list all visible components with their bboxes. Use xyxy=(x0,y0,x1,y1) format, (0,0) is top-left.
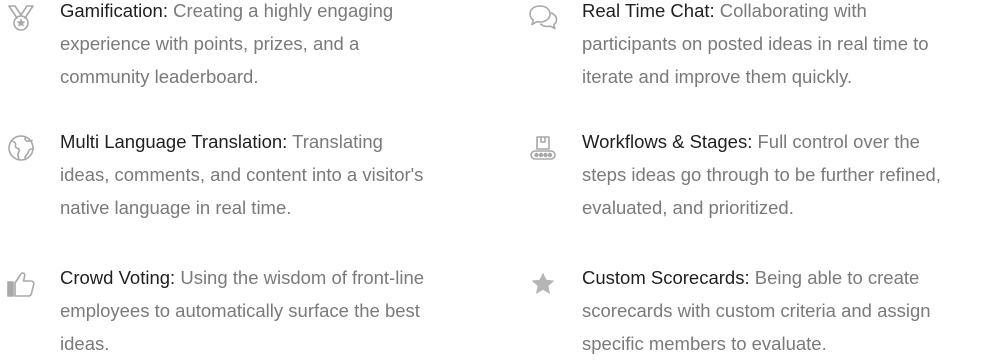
feature-title: Real Time Chat: xyxy=(582,0,715,21)
feature-text: Gamification: Creating a highly engaging… xyxy=(60,0,426,93)
feature-title: Workflows & Stages: xyxy=(582,131,753,152)
feature-title: Custom Scorecards: xyxy=(582,267,750,288)
star-icon xyxy=(528,269,558,299)
feature-title: Gamification: xyxy=(60,0,168,21)
globe-icon xyxy=(6,133,36,163)
feature-text: Crowd Voting: Using the wisdom of front-… xyxy=(60,261,426,360)
chat-bubbles-icon xyxy=(528,2,558,32)
feature-text: Workflows & Stages: Full control over th… xyxy=(582,125,948,224)
feature-workflows-stages: Workflows & Stages: Full control over th… xyxy=(528,125,948,224)
feature-title: Multi Language Translation: xyxy=(60,131,288,152)
features-grid: Gamification: Creating a highly engaging… xyxy=(0,0,992,360)
feature-title: Crowd Voting: xyxy=(60,267,176,288)
feature-crowd-voting: Crowd Voting: Using the wisdom of front-… xyxy=(6,261,426,360)
thumbs-up-icon xyxy=(6,269,36,299)
feature-gamification: Gamification: Creating a highly engaging… xyxy=(6,0,426,93)
medal-icon xyxy=(6,2,36,32)
feature-text: Custom Scorecards: Being able to create … xyxy=(582,261,948,360)
feature-text: Multi Language Translation: Translating … xyxy=(60,125,426,224)
feature-text: Real Time Chat: Collaborating with parti… xyxy=(582,0,948,93)
feature-multi-language-translation: Multi Language Translation: Translating … xyxy=(6,125,426,224)
conveyor-icon xyxy=(528,133,558,163)
feature-real-time-chat: Real Time Chat: Collaborating with parti… xyxy=(528,0,948,93)
feature-custom-scorecards: Custom Scorecards: Being able to create … xyxy=(528,261,948,360)
